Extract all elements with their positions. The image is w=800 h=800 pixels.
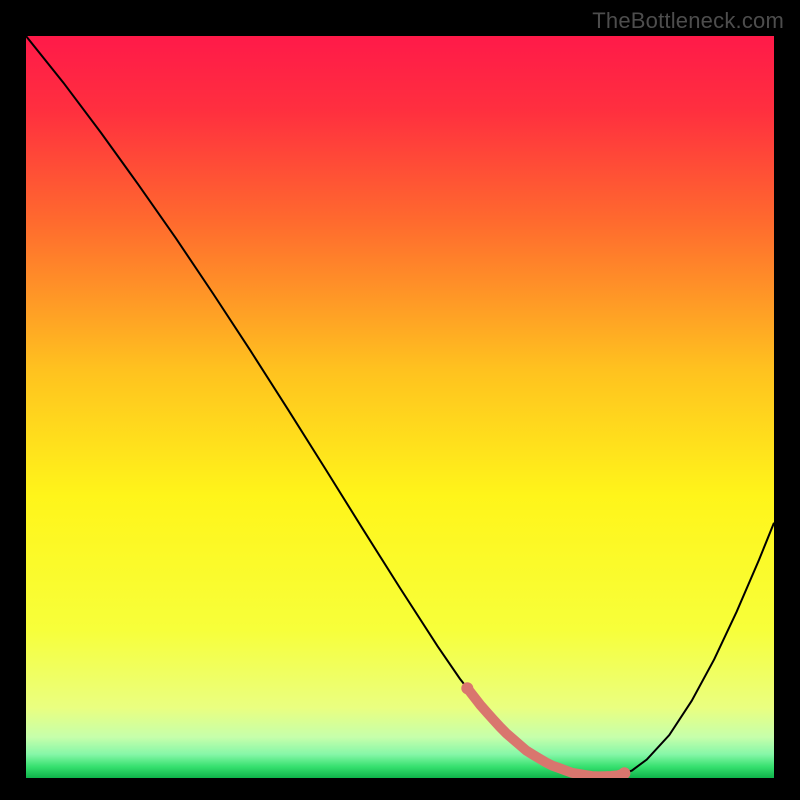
optimal-range-start-dot [461,682,473,694]
watermark-text: TheBottleneck.com [592,8,784,34]
chart-background [26,36,774,778]
bottleneck-chart [26,36,774,778]
chart-frame [26,36,774,778]
